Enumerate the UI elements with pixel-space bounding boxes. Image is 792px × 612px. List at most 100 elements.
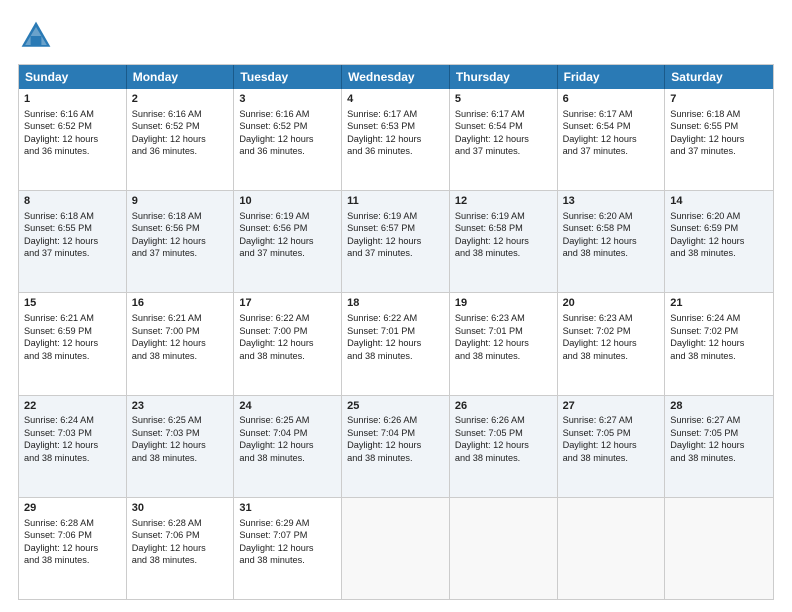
day-number: 13 xyxy=(563,194,660,209)
day-info-line: Daylight: 12 hours xyxy=(239,337,336,349)
day-number: 30 xyxy=(132,501,229,516)
day-info-line: Daylight: 12 hours xyxy=(24,133,121,145)
day-info-line: Sunset: 6:54 PM xyxy=(455,120,552,132)
day-info-line: Sunset: 7:05 PM xyxy=(563,427,660,439)
day-info-line: Sunset: 7:02 PM xyxy=(563,325,660,337)
day-info-line: Sunrise: 6:21 AM xyxy=(132,312,229,324)
day-info-line: Sunset: 6:53 PM xyxy=(347,120,444,132)
day-info-line: and 38 minutes. xyxy=(132,554,229,566)
calendar-cell: 22Sunrise: 6:24 AMSunset: 7:03 PMDayligh… xyxy=(19,396,127,497)
day-info-line: Sunset: 7:02 PM xyxy=(670,325,768,337)
day-info-line: Daylight: 12 hours xyxy=(563,235,660,247)
header xyxy=(18,18,774,54)
day-info-line: Sunrise: 6:24 AM xyxy=(670,312,768,324)
day-info-line: Daylight: 12 hours xyxy=(347,235,444,247)
day-info-line: Sunset: 6:55 PM xyxy=(670,120,768,132)
day-info-line: Sunrise: 6:17 AM xyxy=(455,108,552,120)
day-info-line: Sunrise: 6:24 AM xyxy=(24,414,121,426)
day-number: 16 xyxy=(132,296,229,311)
day-info-line: Sunrise: 6:25 AM xyxy=(239,414,336,426)
day-info-line: and 38 minutes. xyxy=(455,452,552,464)
day-number: 31 xyxy=(239,501,336,516)
day-number: 10 xyxy=(239,194,336,209)
calendar-cell: 1Sunrise: 6:16 AMSunset: 6:52 PMDaylight… xyxy=(19,89,127,190)
day-info-line: Daylight: 12 hours xyxy=(455,133,552,145)
day-info-line: Daylight: 12 hours xyxy=(347,133,444,145)
day-info-line: Sunrise: 6:19 AM xyxy=(455,210,552,222)
day-info-line: Daylight: 12 hours xyxy=(24,337,121,349)
calendar-row-5: 29Sunrise: 6:28 AMSunset: 7:06 PMDayligh… xyxy=(19,498,773,599)
day-number: 1 xyxy=(24,92,121,107)
day-info-line: Daylight: 12 hours xyxy=(455,235,552,247)
day-number: 25 xyxy=(347,399,444,414)
day-info-line: Daylight: 12 hours xyxy=(563,337,660,349)
day-info-line: and 37 minutes. xyxy=(455,145,552,157)
day-info-line: Sunrise: 6:28 AM xyxy=(132,517,229,529)
day-info-line: and 37 minutes. xyxy=(239,247,336,259)
day-number: 26 xyxy=(455,399,552,414)
day-info-line: Sunset: 7:05 PM xyxy=(670,427,768,439)
day-info-line: Daylight: 12 hours xyxy=(455,337,552,349)
calendar-row-3: 15Sunrise: 6:21 AMSunset: 6:59 PMDayligh… xyxy=(19,293,773,395)
day-info-line: Daylight: 12 hours xyxy=(670,133,768,145)
day-info-line: and 38 minutes. xyxy=(239,452,336,464)
day-info-line: Daylight: 12 hours xyxy=(563,133,660,145)
calendar-cell: 18Sunrise: 6:22 AMSunset: 7:01 PMDayligh… xyxy=(342,293,450,394)
day-info-line: Daylight: 12 hours xyxy=(347,337,444,349)
day-info-line: and 37 minutes. xyxy=(670,145,768,157)
day-info-line: Daylight: 12 hours xyxy=(24,235,121,247)
header-day-thursday: Thursday xyxy=(450,65,558,89)
day-info-line: Daylight: 12 hours xyxy=(132,133,229,145)
day-info-line: Sunrise: 6:23 AM xyxy=(455,312,552,324)
day-info-line: Sunset: 6:56 PM xyxy=(239,222,336,234)
day-info-line: Sunset: 6:57 PM xyxy=(347,222,444,234)
day-info-line: Daylight: 12 hours xyxy=(347,439,444,451)
day-info-line: Daylight: 12 hours xyxy=(24,439,121,451)
day-info-line: Sunrise: 6:19 AM xyxy=(347,210,444,222)
day-number: 14 xyxy=(670,194,768,209)
day-info-line: Sunrise: 6:18 AM xyxy=(24,210,121,222)
day-info-line: Daylight: 12 hours xyxy=(455,439,552,451)
calendar-cell: 19Sunrise: 6:23 AMSunset: 7:01 PMDayligh… xyxy=(450,293,558,394)
day-info-line: Sunrise: 6:19 AM xyxy=(239,210,336,222)
calendar-cell xyxy=(450,498,558,599)
day-info-line: Sunrise: 6:17 AM xyxy=(563,108,660,120)
day-info-line: Daylight: 12 hours xyxy=(563,439,660,451)
day-info-line: and 38 minutes. xyxy=(563,452,660,464)
calendar-cell: 16Sunrise: 6:21 AMSunset: 7:00 PMDayligh… xyxy=(127,293,235,394)
page: SundayMondayTuesdayWednesdayThursdayFrid… xyxy=(0,0,792,612)
day-number: 18 xyxy=(347,296,444,311)
day-info-line: Sunrise: 6:21 AM xyxy=(24,312,121,324)
day-info-line: Daylight: 12 hours xyxy=(132,337,229,349)
calendar-cell: 9Sunrise: 6:18 AMSunset: 6:56 PMDaylight… xyxy=(127,191,235,292)
day-info-line: Sunrise: 6:18 AM xyxy=(132,210,229,222)
calendar-cell: 15Sunrise: 6:21 AMSunset: 6:59 PMDayligh… xyxy=(19,293,127,394)
day-info-line: Daylight: 12 hours xyxy=(239,133,336,145)
day-number: 11 xyxy=(347,194,444,209)
day-number: 23 xyxy=(132,399,229,414)
day-number: 29 xyxy=(24,501,121,516)
day-info-line: Sunset: 7:01 PM xyxy=(455,325,552,337)
day-number: 21 xyxy=(670,296,768,311)
day-number: 27 xyxy=(563,399,660,414)
day-info-line: Sunrise: 6:22 AM xyxy=(347,312,444,324)
day-info-line: and 37 minutes. xyxy=(24,247,121,259)
day-info-line: Daylight: 12 hours xyxy=(239,542,336,554)
day-info-line: Daylight: 12 hours xyxy=(239,235,336,247)
day-info-line: and 36 minutes. xyxy=(132,145,229,157)
day-info-line: Sunrise: 6:16 AM xyxy=(239,108,336,120)
calendar-cell: 11Sunrise: 6:19 AMSunset: 6:57 PMDayligh… xyxy=(342,191,450,292)
calendar: SundayMondayTuesdayWednesdayThursdayFrid… xyxy=(18,64,774,600)
calendar-body: 1Sunrise: 6:16 AMSunset: 6:52 PMDaylight… xyxy=(19,89,773,599)
header-day-sunday: Sunday xyxy=(19,65,127,89)
day-number: 3 xyxy=(239,92,336,107)
calendar-cell: 26Sunrise: 6:26 AMSunset: 7:05 PMDayligh… xyxy=(450,396,558,497)
day-info-line: and 38 minutes. xyxy=(347,452,444,464)
calendar-row-1: 1Sunrise: 6:16 AMSunset: 6:52 PMDaylight… xyxy=(19,89,773,191)
day-info-line: Sunset: 6:54 PM xyxy=(563,120,660,132)
day-info-line: Sunset: 6:58 PM xyxy=(455,222,552,234)
day-info-line: Daylight: 12 hours xyxy=(239,439,336,451)
calendar-cell: 17Sunrise: 6:22 AMSunset: 7:00 PMDayligh… xyxy=(234,293,342,394)
calendar-header: SundayMondayTuesdayWednesdayThursdayFrid… xyxy=(19,65,773,89)
day-info-line: and 38 minutes. xyxy=(455,247,552,259)
